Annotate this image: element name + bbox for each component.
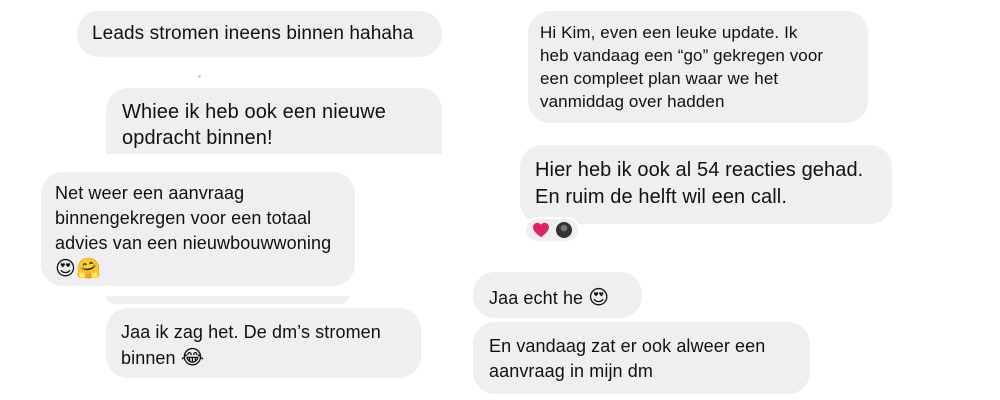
message-text: vanmiddag over hadden (540, 92, 725, 111)
avatar (556, 222, 572, 238)
message-text: opdracht binnen! (122, 127, 273, 149)
heart-eyes-hug-emoji-icon: 😍🤗 (55, 256, 101, 280)
message-text: Jaa ik zag het. De dm’s stromen (121, 322, 381, 342)
message-text: En vandaag zat er ook alweer een (489, 336, 766, 356)
message-bubble[interactable]: Jaa ik zag het. De dm’s stromen binnen 😂 (106, 308, 421, 378)
message-text: advies van een nieuwbouwwoning (55, 233, 332, 253)
message-text: Jaa echt he (489, 288, 584, 308)
message-bubble[interactable]: Jaa echt he 😍 (473, 272, 642, 318)
message-text: Hier heb ik ook al 54 reacties gehad. (535, 159, 864, 181)
laughing-emoji-icon: 😂 (180, 345, 205, 369)
message-last-line: binnen 😂 (121, 345, 421, 371)
partial-message-bubble (106, 296, 349, 304)
message-text: een compleet plan waar we het (540, 69, 779, 88)
message-bubble[interactable]: Whiee ik heb ook een nieuwe opdracht bin… (106, 88, 442, 154)
divider-dot (198, 75, 201, 78)
message-bubble[interactable]: Net weer een aanvraag binnengekregen voo… (41, 172, 355, 286)
heart-icon (533, 222, 549, 238)
message-text: Hi Kim, even een leuke update. Ik (540, 23, 798, 42)
message-bubble[interactable]: Hi Kim, even een leuke update. Ik heb va… (528, 11, 868, 123)
message-bubble[interactable]: Hier heb ik ook al 54 reacties gehad. En… (520, 145, 892, 224)
message-text: binnen (121, 348, 176, 368)
heart-eyes-emoji-icon: 😍 (588, 285, 610, 309)
message-bubble[interactable]: Leads stromen ineens binnen hahaha (77, 11, 442, 57)
message-text: Net weer een aanvraag (55, 183, 245, 203)
message-text: heb vandaag een “go” gekregen voor (540, 46, 824, 65)
message-text: aanvraag in mijn dm (489, 361, 653, 381)
message-text: binnengekregen voor een totaal (55, 208, 312, 228)
message-text: Leads stromen ineens binnen hahaha (92, 23, 414, 44)
message-text: Whiee ik heb ook een nieuwe (122, 101, 386, 123)
reaction-pill[interactable] (524, 217, 580, 243)
message-text: En ruim de helft wil een call. (535, 186, 788, 208)
message-bubble[interactable]: En vandaag zat er ook alweer een aanvraa… (473, 322, 810, 394)
